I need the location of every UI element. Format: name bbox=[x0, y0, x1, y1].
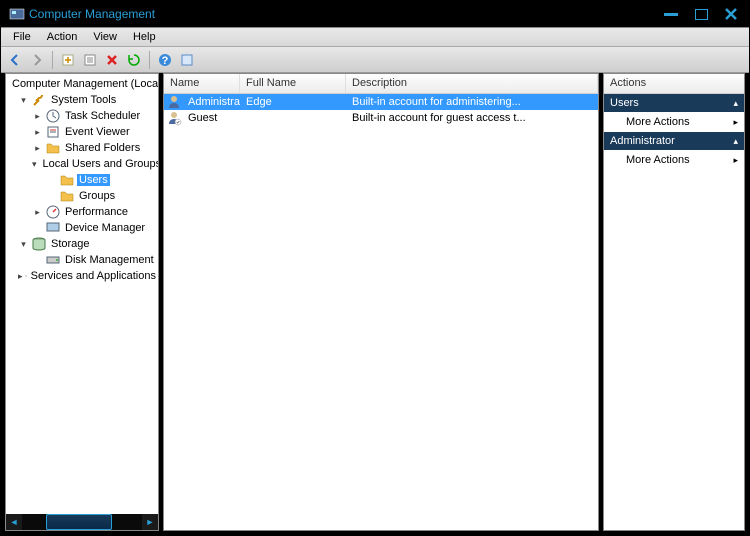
clock-icon bbox=[45, 108, 61, 124]
expand-icon[interactable]: ▸ bbox=[32, 127, 43, 138]
cell-description: Built-in account for guest access t... bbox=[346, 112, 598, 124]
collapse-icon[interactable]: ▾ bbox=[18, 95, 29, 106]
tree-disk-management[interactable]: Disk Management bbox=[6, 252, 158, 268]
expand-icon[interactable]: ▸ bbox=[32, 207, 43, 218]
actions-title: Actions bbox=[604, 74, 744, 94]
tree-performance[interactable]: ▸ Performance bbox=[6, 204, 158, 220]
scroll-right-button[interactable]: ► bbox=[142, 514, 158, 530]
collapse-icon: ▴ bbox=[733, 136, 738, 147]
tree-event-viewer[interactable]: ▸ Event Viewer bbox=[6, 124, 158, 140]
folder-icon bbox=[59, 172, 75, 188]
folder-icon bbox=[45, 140, 61, 156]
actions-section-users[interactable]: Users ▴ bbox=[604, 94, 744, 112]
properties-button[interactable] bbox=[80, 50, 100, 70]
expand-icon[interactable]: ▸ bbox=[32, 143, 43, 154]
cell-name: Administrator bbox=[182, 96, 240, 108]
tree-shared-folders[interactable]: ▸ Shared Folders bbox=[6, 140, 158, 156]
scroll-thumb[interactable] bbox=[46, 514, 112, 530]
menu-file[interactable]: File bbox=[5, 29, 39, 45]
scroll-left-button[interactable]: ◄ bbox=[6, 514, 22, 530]
tree-groups[interactable]: Groups bbox=[6, 188, 158, 204]
tree-scrollbar[interactable]: ◄ ► bbox=[6, 514, 158, 530]
cell-name: Guest bbox=[182, 112, 240, 124]
column-description[interactable]: Description bbox=[346, 74, 598, 93]
list-header: Name Full Name Description bbox=[164, 74, 598, 94]
tree-users[interactable]: Users bbox=[6, 172, 158, 188]
menu-view[interactable]: View bbox=[85, 29, 125, 45]
collapse-icon[interactable]: ▾ bbox=[18, 239, 29, 250]
cell-full-name: Edge bbox=[240, 96, 346, 108]
action-label: More Actions bbox=[626, 116, 690, 128]
back-button[interactable] bbox=[5, 50, 25, 70]
extra-button[interactable] bbox=[177, 50, 197, 70]
list-row[interactable]: Administrator Edge Built-in account for … bbox=[164, 94, 598, 110]
submenu-icon: ▸ bbox=[733, 155, 738, 166]
action-label: More Actions bbox=[626, 154, 690, 166]
tree-system-tools[interactable]: ▾ System Tools bbox=[6, 92, 158, 108]
tree-root[interactable]: Computer Management (Local) bbox=[6, 76, 158, 92]
tree-local-users-groups[interactable]: ▾ Local Users and Groups bbox=[6, 156, 158, 172]
actions-section-administrator[interactable]: Administrator ▴ bbox=[604, 132, 744, 150]
list-row[interactable]: Guest Built-in account for guest access … bbox=[164, 110, 598, 126]
storage-icon bbox=[31, 236, 47, 252]
tree-panel: Computer Management (Local) ▾ System Too… bbox=[5, 73, 159, 531]
forward-button[interactable] bbox=[27, 50, 47, 70]
tools-icon bbox=[31, 92, 47, 108]
submenu-icon: ▸ bbox=[733, 117, 738, 128]
actions-panel: Actions Users ▴ More Actions ▸ Administr… bbox=[603, 73, 745, 531]
svg-text:?: ? bbox=[162, 55, 169, 67]
toolbar: ? bbox=[1, 47, 749, 73]
tree-device-manager[interactable]: Device Manager bbox=[6, 220, 158, 236]
list-body[interactable]: Administrator Edge Built-in account for … bbox=[164, 94, 598, 530]
actions-item-more[interactable]: More Actions ▸ bbox=[604, 112, 744, 132]
minimize-button[interactable] bbox=[661, 6, 681, 22]
workspace: Computer Management (Local) ▾ System Too… bbox=[1, 73, 749, 535]
collapse-icon: ▴ bbox=[733, 98, 738, 109]
expand-icon[interactable]: ▸ bbox=[32, 111, 43, 122]
services-icon bbox=[25, 268, 27, 284]
user-icon bbox=[166, 94, 182, 110]
device-icon bbox=[45, 220, 61, 236]
app-icon bbox=[9, 6, 25, 22]
column-name[interactable]: Name bbox=[164, 74, 240, 93]
tree-services-apps[interactable]: ▸ Services and Applications bbox=[6, 268, 158, 284]
titlebar: Computer Management bbox=[1, 1, 749, 27]
section-heading: Users bbox=[610, 97, 639, 109]
column-full-name[interactable]: Full Name bbox=[240, 74, 346, 93]
tree-storage[interactable]: ▾ Storage bbox=[6, 236, 158, 252]
new-button[interactable] bbox=[58, 50, 78, 70]
menu-action[interactable]: Action bbox=[39, 29, 86, 45]
event-icon bbox=[45, 124, 61, 140]
cell-description: Built-in account for administering... bbox=[346, 96, 598, 108]
section-heading: Administrator bbox=[610, 135, 675, 147]
disk-icon bbox=[45, 252, 61, 268]
list-panel: Name Full Name Description Administrator… bbox=[163, 73, 599, 531]
window-controls bbox=[661, 6, 741, 22]
refresh-button[interactable] bbox=[124, 50, 144, 70]
navigation-tree[interactable]: Computer Management (Local) ▾ System Too… bbox=[6, 74, 158, 514]
collapse-icon[interactable]: ▾ bbox=[32, 159, 37, 170]
computer-management-window: Computer Management File Action View Hel… bbox=[0, 0, 750, 536]
actions-item-more[interactable]: More Actions ▸ bbox=[604, 150, 744, 170]
window-title: Computer Management bbox=[29, 7, 661, 21]
maximize-button[interactable] bbox=[691, 6, 711, 22]
tree-task-scheduler[interactable]: ▸ Task Scheduler bbox=[6, 108, 158, 124]
close-button[interactable] bbox=[721, 6, 741, 22]
menu-help[interactable]: Help bbox=[125, 29, 164, 45]
folder-icon bbox=[59, 188, 75, 204]
actions-body: Users ▴ More Actions ▸ Administrator ▴ M… bbox=[604, 94, 744, 530]
expand-icon[interactable]: ▸ bbox=[18, 271, 23, 282]
user-icon bbox=[166, 110, 182, 126]
help-button[interactable]: ? bbox=[155, 50, 175, 70]
performance-icon bbox=[45, 204, 61, 220]
delete-button[interactable] bbox=[102, 50, 122, 70]
menu-bar: File Action View Help bbox=[1, 27, 749, 47]
